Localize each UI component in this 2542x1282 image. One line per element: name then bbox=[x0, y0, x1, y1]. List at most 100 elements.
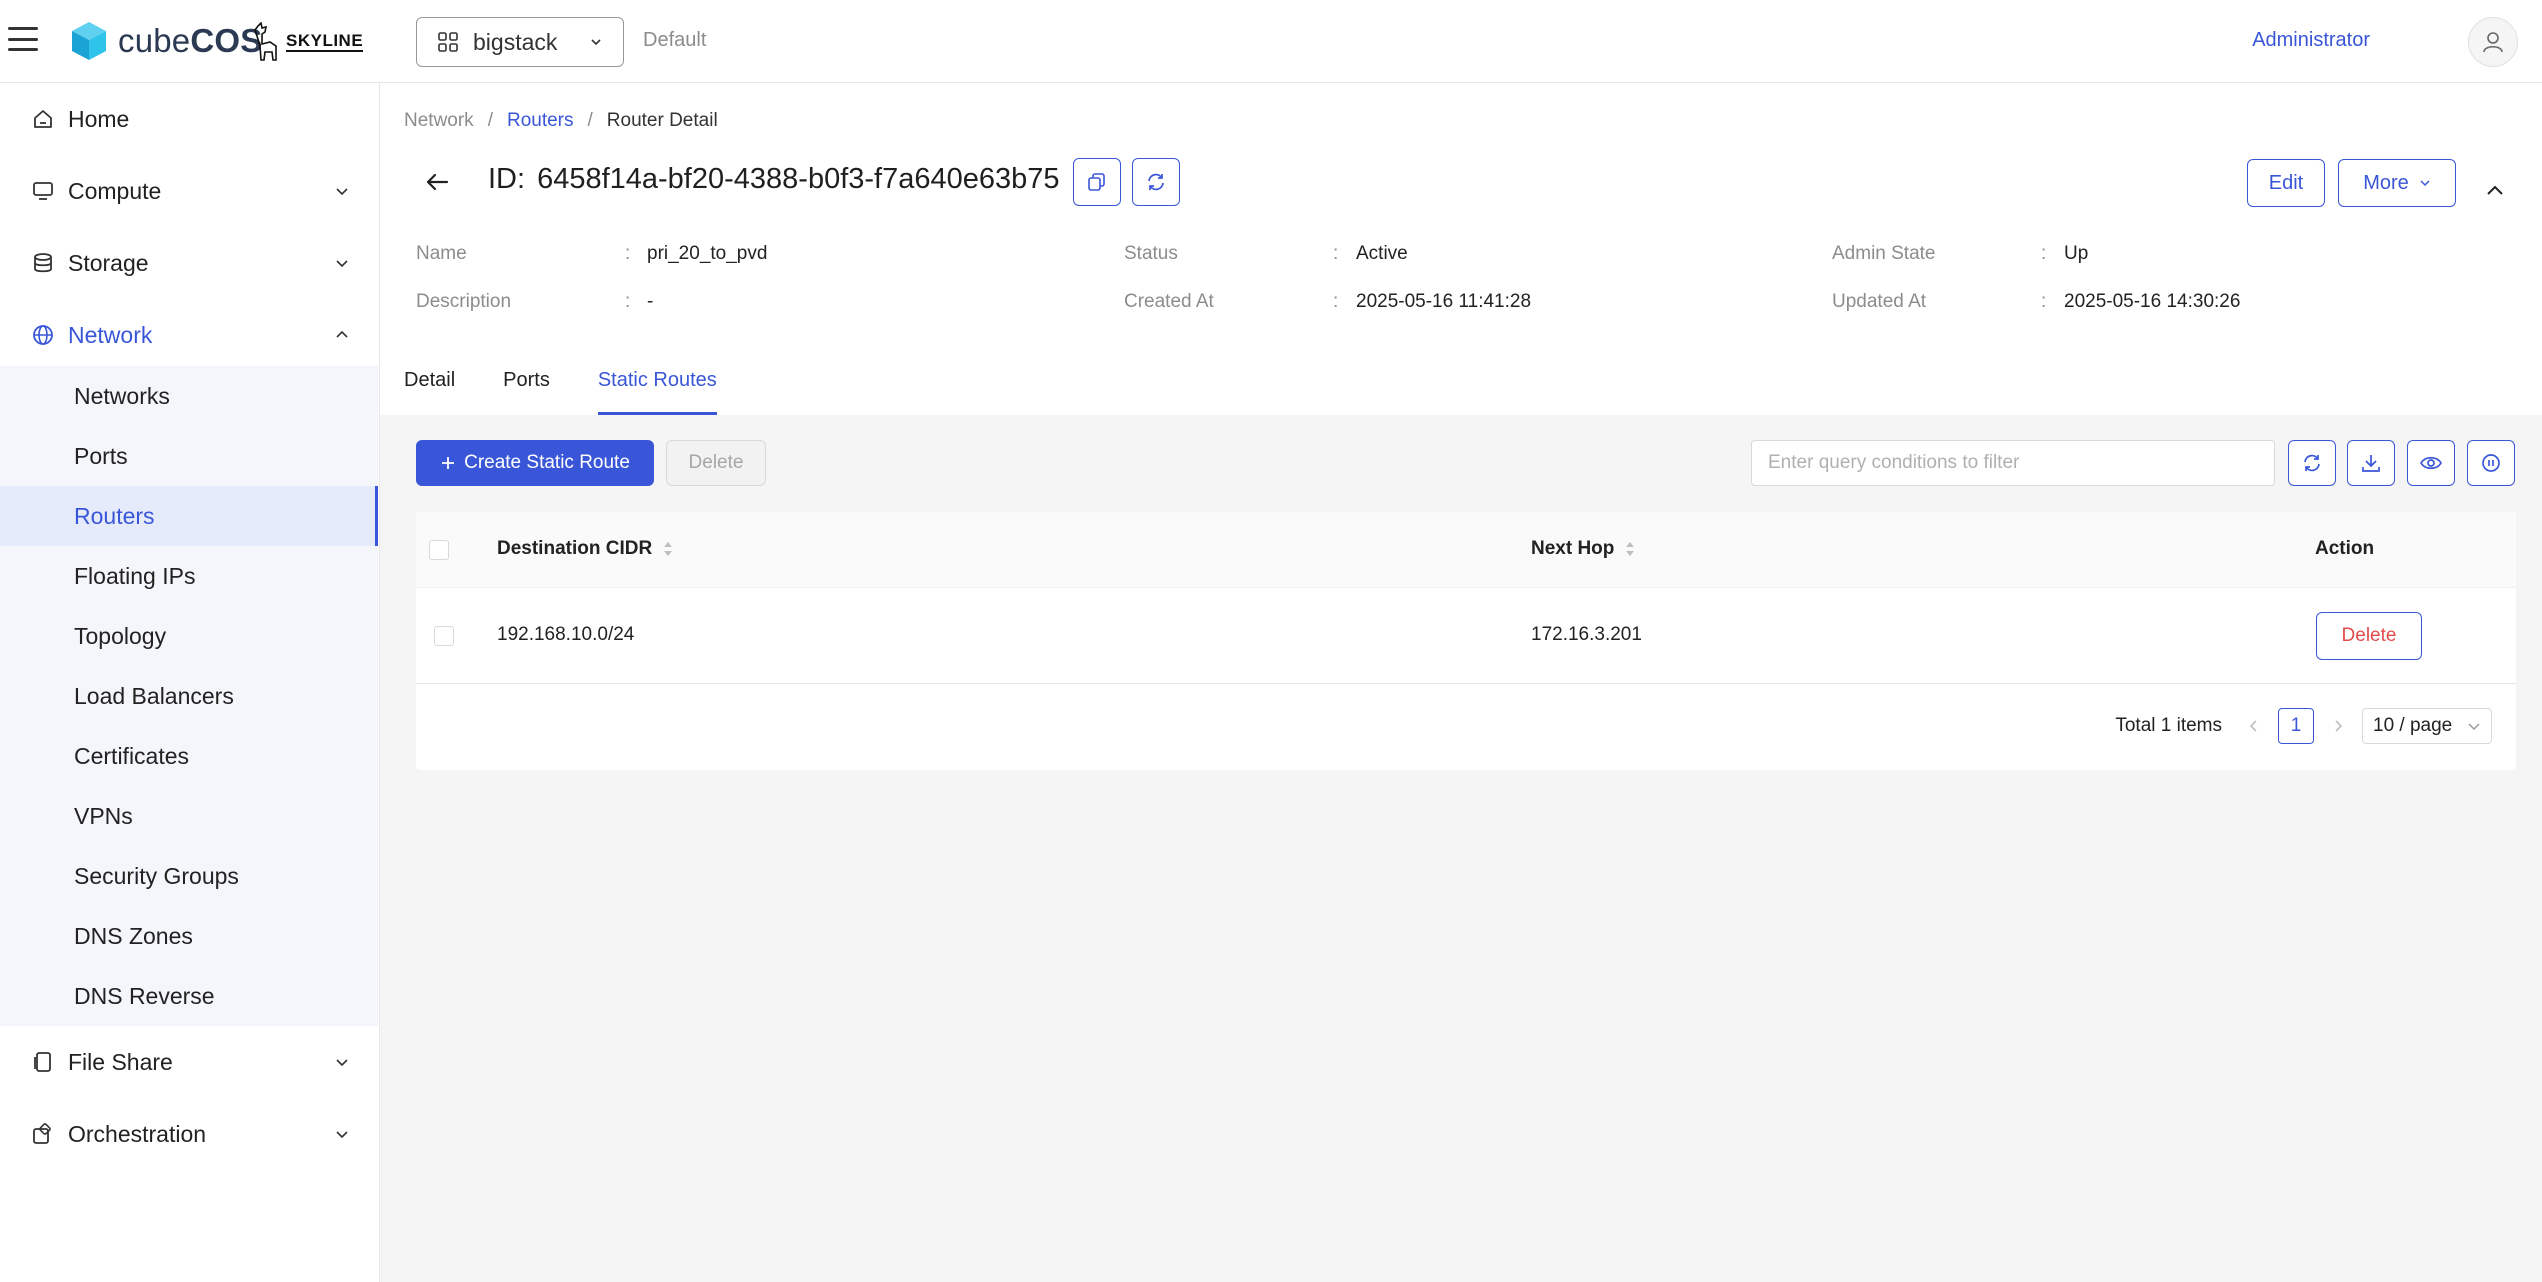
sidebar-item-networks[interactable]: Networks bbox=[0, 366, 378, 426]
sidebar-item-security-groups[interactable]: Security Groups bbox=[0, 846, 378, 906]
edit-button[interactable]: Edit bbox=[2247, 159, 2325, 207]
sidebar-item-label: Storage bbox=[68, 249, 149, 276]
create-static-route-button[interactable]: Create Static Route bbox=[416, 440, 654, 486]
breadcrumb-separator: / bbox=[487, 110, 493, 131]
back-arrow-icon[interactable] bbox=[424, 169, 450, 195]
sidebar-item-dns-reverse[interactable]: DNS Reverse bbox=[0, 966, 378, 1026]
bulk-delete-button[interactable]: Delete bbox=[666, 440, 766, 486]
colon: : bbox=[625, 243, 631, 264]
sidebar-item-label: Home bbox=[68, 105, 130, 132]
sidebar-item-storage[interactable]: Storage bbox=[0, 227, 378, 299]
updated-at-label: Updated At bbox=[1832, 291, 1927, 312]
home-icon bbox=[32, 108, 54, 130]
cube-logo-icon bbox=[72, 22, 106, 60]
table-row: 192.168.10.0/24 172.16.3.201 Delete bbox=[416, 588, 2516, 684]
llama-logo-icon bbox=[254, 22, 277, 61]
sidebar-item-ports[interactable]: Ports bbox=[0, 426, 378, 486]
refresh-icon bbox=[2304, 454, 2320, 472]
refresh-icon bbox=[1148, 173, 1164, 191]
create-label: Create Static Route bbox=[464, 452, 630, 473]
colon: : bbox=[1333, 243, 1339, 264]
brand-name: cubeCOS bbox=[118, 22, 263, 59]
sidebar-item-routers[interactable]: Routers bbox=[0, 486, 378, 546]
plus-icon bbox=[442, 457, 455, 469]
column-visibility-button[interactable] bbox=[2407, 440, 2455, 486]
sidebar-item-dns-zones[interactable]: DNS Zones bbox=[0, 906, 378, 966]
user-menu-link[interactable]: Administrator bbox=[2252, 29, 2370, 52]
pause-circle-icon bbox=[2482, 454, 2500, 472]
name-value: pri_20_to_pvd bbox=[647, 243, 768, 264]
copy-icon bbox=[1088, 173, 1105, 191]
database-icon bbox=[32, 252, 54, 274]
user-avatar-icon[interactable] bbox=[2468, 17, 2518, 67]
column-destination-cidr[interactable]: Destination CIDR bbox=[497, 538, 674, 560]
skyline-text: SKYLINE bbox=[286, 31, 364, 52]
status-label: Status bbox=[1124, 243, 1178, 264]
copy-id-button[interactable] bbox=[1073, 158, 1121, 206]
collapse-chevron-up-icon[interactable] bbox=[2484, 179, 2506, 201]
sidebar-item-network[interactable]: Network bbox=[0, 299, 378, 371]
more-label: More bbox=[2363, 171, 2409, 194]
refresh-detail-button[interactable] bbox=[1132, 158, 1180, 206]
download-icon bbox=[2362, 455, 2380, 472]
chevron-up-icon bbox=[336, 330, 348, 338]
router-detail-header: Network / Routers / Router Detail ID: 64… bbox=[380, 83, 2542, 415]
column-next-hop[interactable]: Next Hop bbox=[1531, 538, 1636, 560]
page-size-select[interactable]: 10 / page bbox=[2362, 708, 2492, 744]
sidebar-item-home[interactable]: Home bbox=[0, 83, 378, 155]
sidebar-item-orchestration[interactable]: Orchestration bbox=[0, 1098, 378, 1170]
refresh-list-button[interactable] bbox=[2288, 440, 2336, 486]
sidebar-item-vpns[interactable]: VPNs bbox=[0, 786, 378, 846]
column-label: Action bbox=[2315, 538, 2375, 559]
row-checkbox[interactable] bbox=[434, 626, 454, 646]
page-title: ID: 6458f14a-bf20-4388-b0f3-f7a640e63b75 bbox=[488, 163, 1060, 196]
sidebar: Home Compute Storage Network Networks Po… bbox=[0, 83, 380, 1282]
skyline-logo: SKYLINE bbox=[250, 22, 364, 62]
breadcrumb-network[interactable]: Network bbox=[404, 110, 474, 132]
sidebar-item-compute[interactable]: Compute bbox=[0, 155, 378, 227]
chevron-down-icon bbox=[2420, 180, 2430, 187]
pagination: Total 1 items 1 10 / page bbox=[2115, 708, 2492, 744]
sidebar-item-label: Orchestration bbox=[68, 1120, 207, 1147]
colon: : bbox=[625, 291, 631, 312]
sidebar-item-load-balancers[interactable]: Load Balancers bbox=[0, 666, 378, 726]
globe-icon bbox=[32, 324, 54, 346]
sidebar-item-floating-ips[interactable]: Floating IPs bbox=[0, 546, 378, 606]
more-dropdown-button[interactable]: More bbox=[2338, 159, 2456, 207]
colon: : bbox=[2041, 243, 2047, 264]
next-page-icon[interactable] bbox=[2328, 716, 2348, 736]
tab-detail[interactable]: Detail bbox=[404, 369, 455, 415]
sidebar-item-topology[interactable]: Topology bbox=[0, 606, 378, 666]
colon: : bbox=[2041, 291, 2047, 312]
prev-page-icon[interactable] bbox=[2244, 716, 2264, 736]
sidebar-item-label: Network bbox=[68, 321, 153, 348]
total-items: Total 1 items bbox=[2115, 715, 2222, 736]
tab-ports[interactable]: Ports bbox=[503, 369, 550, 415]
router-id: 6458f14a-bf20-4388-b0f3-f7a640e63b75 bbox=[537, 163, 1060, 195]
breadcrumb-separator: / bbox=[587, 110, 593, 131]
network-submenu: Networks Ports Routers Floating IPs Topo… bbox=[0, 366, 378, 1026]
project-selector[interactable]: bigstack bbox=[416, 17, 624, 67]
breadcrumb-router-detail: Router Detail bbox=[606, 110, 718, 131]
admin-state-label: Admin State bbox=[1832, 243, 1936, 264]
cubecos-logo[interactable]: cubeCOS bbox=[70, 20, 262, 62]
chevron-down-icon bbox=[336, 1059, 348, 1067]
column-label: Destination CIDR bbox=[497, 538, 653, 559]
row-delete-button[interactable]: Delete bbox=[2316, 612, 2422, 660]
breadcrumb-routers[interactable]: Routers bbox=[507, 110, 574, 132]
chevron-down-icon bbox=[336, 1131, 348, 1139]
download-button[interactable] bbox=[2347, 440, 2395, 486]
page-number-button[interactable]: 1 bbox=[2278, 708, 2314, 744]
chevron-down-icon bbox=[336, 260, 348, 268]
select-all-checkbox[interactable] bbox=[429, 540, 449, 560]
sidebar-item-certificates[interactable]: Certificates bbox=[0, 726, 378, 786]
chevron-down-icon bbox=[591, 39, 601, 46]
column-action: Action bbox=[2315, 538, 2374, 560]
sidebar-item-file-share[interactable]: File Share bbox=[0, 1026, 378, 1098]
pause-auto-refresh-button[interactable] bbox=[2467, 440, 2515, 486]
sidebar-item-label: Compute bbox=[68, 177, 162, 204]
apps-grid-icon bbox=[438, 32, 458, 52]
menu-toggle-icon[interactable] bbox=[8, 27, 38, 51]
tab-static-routes[interactable]: Static Routes bbox=[597, 369, 717, 415]
filter-search-input[interactable] bbox=[1751, 440, 2275, 486]
